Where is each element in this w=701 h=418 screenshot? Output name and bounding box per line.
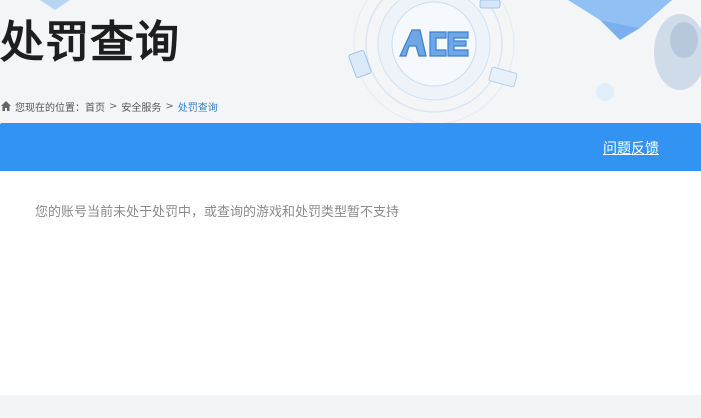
breadcrumb-home[interactable]: 首页 — [85, 99, 105, 114]
home-icon — [1, 101, 11, 111]
breadcrumb-security-service[interactable]: 安全服务 — [121, 99, 161, 114]
breadcrumb-prefix: 您现在的位置： — [15, 102, 85, 114]
breadcrumb-current[interactable]: 处罚查询 — [178, 99, 218, 114]
breadcrumb-separator: > — [109, 100, 118, 112]
ace-logo-icon — [399, 29, 469, 57]
breadcrumb: 您现在的位置： 首页 > 安全服务 > 处罚查询 — [0, 99, 218, 114]
result-panel: 您的账号当前未处于处罚中，或查询的游戏和处罚类型暂不支持 — [0, 171, 701, 395]
status-message: 您的账号当前未处于处罚中，或查询的游戏和处罚类型暂不支持 — [35, 205, 400, 220]
ace-logo — [396, 26, 472, 60]
feedback-link[interactable]: 问题反馈 — [603, 138, 659, 158]
breadcrumb-separator: > — [165, 100, 174, 112]
footer-strip — [0, 395, 701, 418]
page-title: 处罚查询 — [0, 17, 180, 68]
header-banner: 处罚查询 您现在的位置： 首页 > 安全服务 > 处罚查询 — [0, 0, 701, 123]
action-bar: 问题反馈 — [0, 123, 701, 171]
